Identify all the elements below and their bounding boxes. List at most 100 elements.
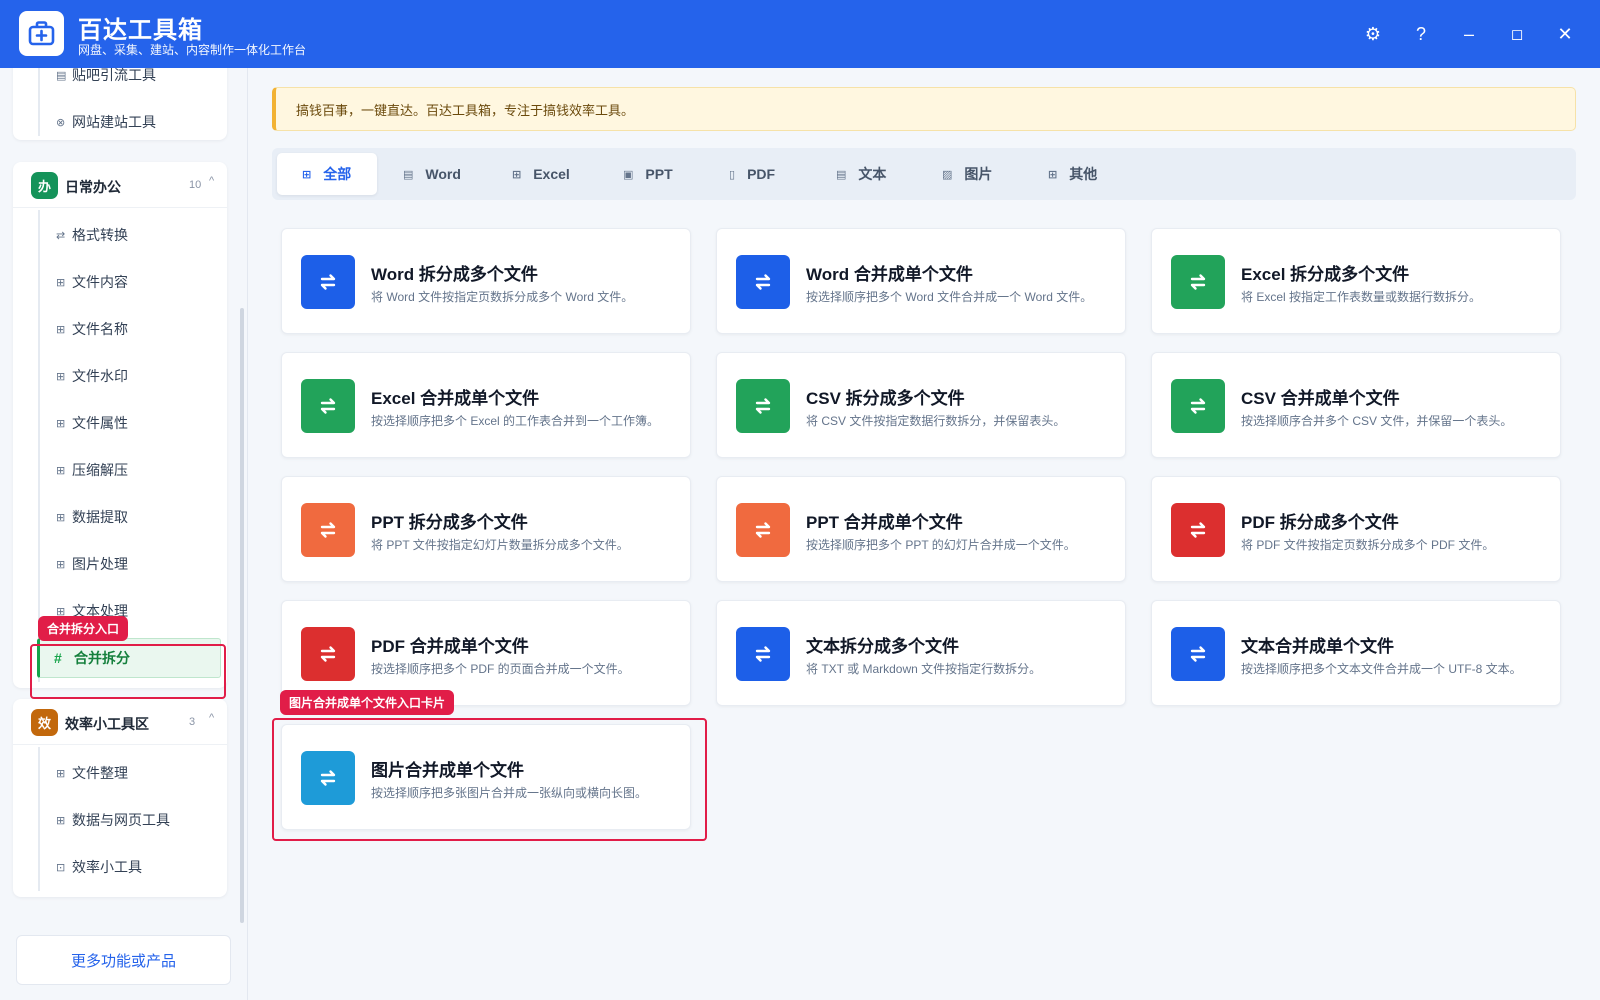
card-description: 将 PDF 文件按指定页数拆分成多个 PDF 文件。 (1241, 538, 1495, 552)
card-description: 按选择顺序把多个 PPT 的幻灯片合并成一个文件。 (806, 538, 1076, 552)
title-bar: 百达工具箱 网盘、采集、建站、内容制作一体化工作台 ⚙ ? – ◻ ✕ (0, 0, 1600, 68)
card-description: 按选择顺序把多个文本文件合并成一个 UTF-8 文本。 (1241, 662, 1522, 676)
card-title: PDF 拆分成多个文件 (1241, 513, 1399, 532)
card-description: 将 CSV 文件按指定数据行数拆分，并保留表头。 (806, 414, 1066, 428)
slides-icon: ▣ (623, 168, 634, 181)
grid-icon: ⊞ (1048, 168, 1058, 181)
tool-card-ppt-split[interactable]: PPT 拆分成多个文件将 PPT 文件按指定幻灯片数量拆分成多个文件。 (281, 476, 691, 582)
tab-label: PPT (645, 166, 673, 182)
grid-icon: ⊞ (56, 323, 66, 336)
tab-text[interactable]: ▤ 文本 (836, 153, 886, 195)
group-badge: 效 (31, 709, 58, 736)
sidebar-item-label: 文件内容 (72, 274, 128, 290)
chevron-up-icon[interactable]: ^ (209, 175, 214, 187)
card-title: 文本合并成单个文件 (1241, 637, 1394, 656)
more-products-button[interactable]: 更多功能或产品 (16, 935, 231, 985)
group-header-efficiency[interactable]: 效 效率小工具区 3 ^ (13, 699, 227, 745)
card-title: PDF 合并成单个文件 (371, 637, 529, 656)
card-title: PPT 拆分成多个文件 (371, 513, 528, 532)
swap-arrows-icon (301, 379, 355, 433)
sidebar-item-label: 压缩解压 (72, 462, 128, 478)
tool-card-word-split[interactable]: Word 拆分成多个文件将 Word 文件按指定页数拆分成多个 Word 文件。 (281, 228, 691, 334)
grid-icon: ⊞ (56, 370, 66, 383)
help-icon[interactable]: ? (1405, 18, 1437, 50)
sidebar-item-compress[interactable]: ⊞ 压缩解压 (38, 450, 218, 490)
swap-arrows-icon (1171, 379, 1225, 433)
swap-arrows-icon (736, 503, 790, 557)
group-header-office[interactable]: 办 日常办公 10 ^ (13, 162, 227, 208)
tab-ppt[interactable]: ▣ PPT (623, 153, 673, 195)
app-title: 百达工具箱 (78, 17, 203, 44)
tab-label: 文本 (858, 166, 887, 182)
tab-label: 图片 (964, 166, 993, 182)
swap-arrows-icon (736, 255, 790, 309)
sidebar-item-file-watermark[interactable]: ⊞ 文件水印 (38, 356, 218, 396)
card-title: 文本拆分成多个文件 (806, 637, 959, 656)
image-icon: ▨ (942, 168, 953, 181)
sidebar-item-data-extract[interactable]: ⊞ 数据提取 (38, 497, 218, 537)
tab-other[interactable]: ⊞ 其他 (1048, 153, 1097, 195)
app-subtitle: 网盘、采集、建站、内容制作一体化工作台 (78, 43, 307, 57)
group-badge: 办 (31, 172, 58, 199)
card-description: 按选择顺序把多个 Word 文件合并成一个 Word 文件。 (806, 290, 1093, 304)
card-title: Excel 合并成单个文件 (371, 389, 540, 408)
tool-card-text-split[interactable]: 文本拆分成多个文件将 TXT 或 Markdown 文件按指定行数拆分。 (716, 600, 1126, 706)
sidebar-item-label: 文件水印 (72, 368, 128, 384)
minimize-icon[interactable]: – (1453, 18, 1485, 50)
tool-card-pdf-split[interactable]: PDF 拆分成多个文件将 PDF 文件按指定页数拆分成多个 PDF 文件。 (1151, 476, 1561, 582)
card-description: 按选择顺序把多个 Excel 的工作表合并到一个工作簿。 (371, 414, 660, 428)
group-title: 日常办公 (65, 179, 121, 195)
sidebar-group-partial: ▤ 贴吧引流工具 ⊗ 网站建站工具 (13, 68, 227, 140)
sidebar-group-office: 办 日常办公 10 ^ ⇄ 格式转换 ⊞ 文件内容 ⊞ 文件名称 ⊞ 文件水印 … (13, 162, 227, 688)
sidebar-item-data-web[interactable]: ⊞ 数据与网页工具 (38, 800, 218, 840)
sidebar-item-label: 网站建站工具 (72, 114, 156, 130)
group-count: 3 (189, 716, 196, 728)
tool-card-csv-split[interactable]: CSV 拆分成多个文件将 CSV 文件按指定数据行数拆分，并保留表头。 (716, 352, 1126, 458)
notice-banner: 搞钱百事，一键直达。百达工具箱，专注于搞钱效率工具。 (272, 87, 1576, 131)
sidebar-item-file-organize[interactable]: ⊞ 文件整理 (38, 753, 218, 793)
close-icon[interactable]: ✕ (1549, 18, 1581, 50)
card-description: 按选择顺序合并多个 CSV 文件，并保留一个表头。 (1241, 414, 1513, 428)
tab-all[interactable]: ⊞ 全部 (277, 153, 377, 195)
sidebar-item-image-process[interactable]: ⊞ 图片处理 (38, 544, 218, 584)
sidebar-item-file-attributes[interactable]: ⊞ 文件属性 (38, 403, 218, 443)
sidebar-item-efficiency-tools[interactable]: ⊡ 效率小工具 (38, 847, 218, 887)
chevron-up-icon[interactable]: ^ (209, 712, 214, 724)
sidebar-item-label: 贴吧引流工具 (72, 68, 156, 83)
tool-card-word-merge[interactable]: Word 合并成单个文件按选择顺序把多个 Word 文件合并成一个 Word 文… (716, 228, 1126, 334)
tool-card-excel-merge[interactable]: Excel 合并成单个文件按选择顺序把多个 Excel 的工作表合并到一个工作簿… (281, 352, 691, 458)
tool-card-csv-merge[interactable]: CSV 合并成单个文件 按选择顺序合并多个 CSV 文件，并保留一个表头。 (1151, 352, 1561, 458)
sidebar-item-file-content[interactable]: ⊞ 文件内容 (38, 262, 218, 302)
sidebar-item-website[interactable]: ⊗ 网站建站工具 (38, 102, 218, 142)
card-description: 按选择顺序把多个 PDF 的页面合并成一个文件。 (371, 662, 630, 676)
sidebar-item-tieba[interactable]: ▤ 贴吧引流工具 (38, 68, 218, 95)
swap-arrows-icon (1171, 255, 1225, 309)
card-title: Word 拆分成多个文件 (371, 265, 538, 284)
tab-pdf[interactable]: ▯ PDF (729, 153, 775, 195)
maximize-icon[interactable]: ◻ (1501, 18, 1533, 50)
tab-word[interactable]: ▤ Word (403, 153, 461, 195)
card-description: 将 TXT 或 Markdown 文件按指定行数拆分。 (806, 662, 1042, 676)
card-description: 将 PPT 文件按指定幻灯片数量拆分成多个文件。 (371, 538, 629, 552)
swap-arrows-icon (1171, 503, 1225, 557)
tab-image[interactable]: ▨ 图片 (942, 153, 992, 195)
swap-arrows-icon (1171, 627, 1225, 681)
card-title: Word 合并成单个文件 (806, 265, 973, 284)
group-count: 10 (189, 179, 202, 191)
table-icon: ⊞ (512, 168, 522, 181)
file-icon: ▯ (729, 168, 736, 181)
swap-arrows-icon (301, 255, 355, 309)
tool-card-excel-split[interactable]: Excel 拆分成多个文件将 Excel 按指定工作表数量或数据行数拆分。 (1151, 228, 1561, 334)
sidebar-item-label: 图片处理 (72, 556, 128, 572)
sidebar-item-file-name[interactable]: ⊞ 文件名称 (38, 309, 218, 349)
grid-icon: ⊞ (56, 814, 66, 827)
sidebar-scrollbar-thumb[interactable] (240, 308, 244, 923)
category-tabs: ⊞ 全部 ▤ Word ⊞ Excel ▣ PPT ▯ PDF ▤ 文本 ▨ 图… (272, 148, 1576, 200)
settings-icon[interactable]: ⚙ (1357, 18, 1389, 50)
tool-card-text-merge[interactable]: 文本合并成单个文件按选择顺序把多个文本文件合并成一个 UTF-8 文本。 (1151, 600, 1561, 706)
merge-split-callout: 合并拆分入口 (38, 616, 129, 641)
sidebar-item-format-convert[interactable]: ⇄ 格式转换 (38, 215, 218, 255)
grid-icon: ⊞ (56, 276, 66, 289)
tool-card-ppt-merge[interactable]: PPT 合并成单个文件 按选择顺序把多个 PPT 的幻灯片合并成一个文件。 (716, 476, 1126, 582)
tab-excel[interactable]: ⊞ Excel (512, 153, 570, 195)
